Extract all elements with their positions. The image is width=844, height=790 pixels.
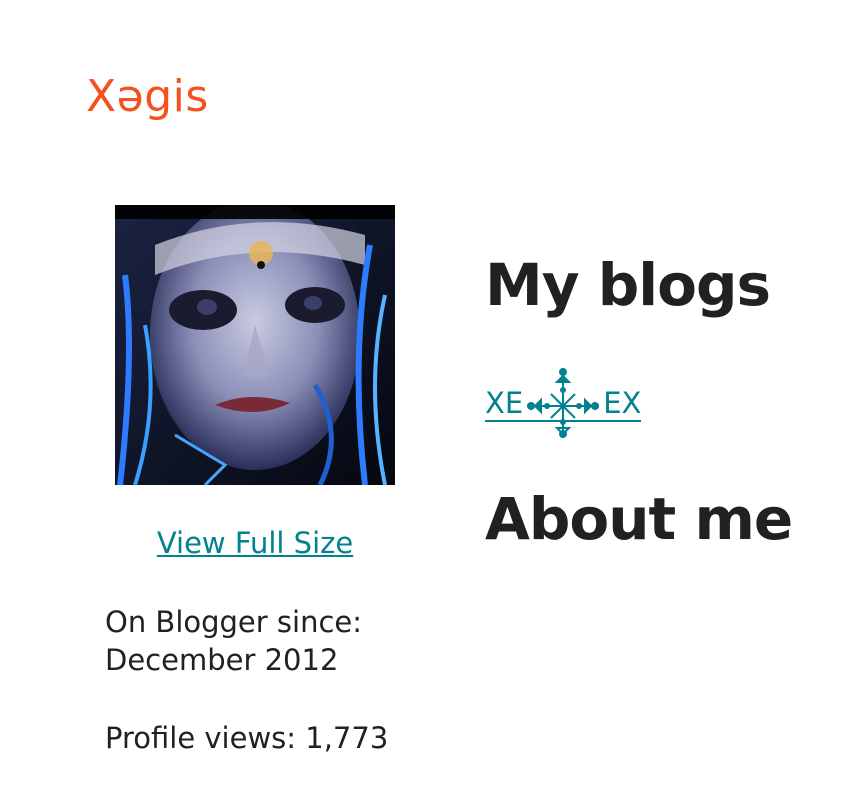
blog-link-prefix: XE [485,386,524,420]
snowflake-ornament-icon [523,366,603,440]
site-name-link[interactable]: Xəgis [86,70,209,124]
blogger-since-value: December 2012 [105,643,339,677]
profile-views: Profile views: 1,773 [105,721,389,755]
profile-avatar [115,205,395,485]
blog-link[interactable]: XE EX [485,366,642,440]
my-blogs-heading: My blogs [485,251,771,319]
view-full-size-link[interactable]: View Full Size [0,524,510,562]
blog-link-suffix: EX [603,386,642,420]
about-me-heading: About me [485,485,793,553]
avatar-portrait-image [115,205,395,485]
blog-link-underline [485,420,642,422]
blogger-since-label: On Blogger since: [105,605,363,639]
